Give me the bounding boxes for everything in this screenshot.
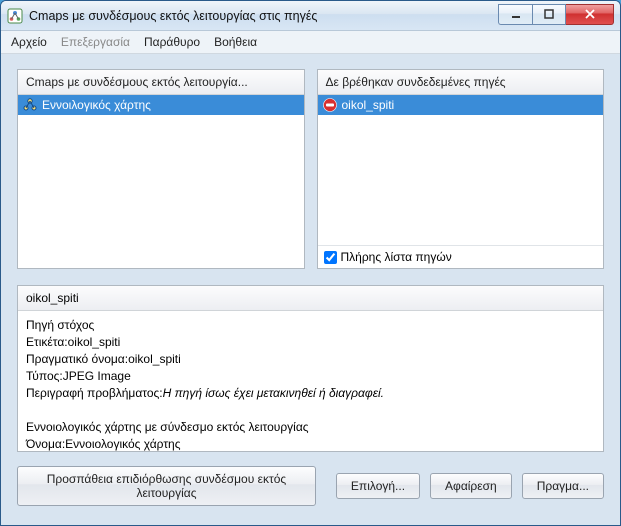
content-area: Cmaps με συνδέσμους εκτός λειτουργία... (1, 53, 620, 525)
thing-button[interactable]: Πραγμα... (522, 473, 604, 499)
menu-file[interactable]: Αρχείο (5, 33, 53, 51)
detail-line: Εννοιολογικός χάρτης με σύνδεσμο εκτός λ… (26, 419, 595, 436)
button-row: Προσπάθεια επιδιόρθωσης συνδέσμου εκτός … (17, 466, 604, 506)
cmaps-pane-header: Cmaps με συνδέσμους εκτός λειτουργία... (18, 70, 304, 95)
minimize-button[interactable] (498, 4, 532, 25)
cmap-icon (22, 97, 38, 113)
full-list-checkbox[interactable] (324, 251, 337, 264)
detail-line: Πραγματικό όνομα:oikol_spiti (26, 351, 595, 368)
detail-line: Ετικέτα:oikol_spiti (26, 334, 595, 351)
detail-line: Περιγραφή προβλήματος:Η πηγή ίσως έχει μ… (26, 385, 595, 402)
detail-line: Όνομα:Εννοιολογικός χάρτης (26, 436, 595, 451)
list-item[interactable]: Εννοιλογικός χάρτης (18, 95, 304, 115)
resources-pane: Δε βρέθηκαν συνδεδεμένες πηγές oikol_spi… (317, 69, 605, 269)
cmaps-list[interactable]: Εννοιλογικός χάρτης (18, 95, 304, 268)
titlebar[interactable]: Cmaps με συνδέσμους εκτός λειτουργίας στ… (1, 1, 620, 31)
detail-line: Τύπος:JPEG Image (26, 368, 595, 385)
broken-resource-icon (322, 97, 338, 113)
menubar: Αρχείο Επεξεργασία Παράθυρο Βοήθεια (1, 31, 620, 54)
list-item-label: oikol_spiti (342, 98, 395, 112)
app-window: Cmaps με συνδέσμους εκτός λειτουργίας στ… (0, 0, 621, 526)
detail-panel: oikol_spiti Πηγή στόχος Ετικέτα:oikol_sp… (17, 285, 604, 452)
blank-line (26, 402, 595, 419)
menu-help[interactable]: Βοήθεια (208, 33, 263, 51)
close-button[interactable] (566, 4, 614, 25)
detail-header: oikol_spiti (18, 286, 603, 311)
cmaps-pane: Cmaps με συνδέσμους εκτός λειτουργία... (17, 69, 305, 269)
detail-line: Πηγή στόχος (26, 317, 595, 334)
resources-pane-footer: Πλήρης λίστα πηγών (318, 245, 604, 268)
window-controls (498, 4, 614, 25)
maximize-button[interactable] (532, 4, 566, 25)
remove-button[interactable]: Αφαίρεση (430, 473, 512, 499)
select-button[interactable]: Επιλογή... (336, 473, 420, 499)
detail-body: Πηγή στόχος Ετικέτα:oikol_spiti Πραγματι… (18, 311, 603, 451)
list-item[interactable]: oikol_spiti (318, 95, 604, 115)
menu-edit: Επεξεργασία (55, 33, 136, 51)
resources-list[interactable]: oikol_spiti (318, 95, 604, 245)
window-title: Cmaps με συνδέσμους εκτός λειτουργίας στ… (29, 9, 498, 23)
menu-window[interactable]: Παράθυρο (138, 33, 206, 51)
list-item-label: Εννοιλογικός χάρτης (42, 98, 151, 112)
fix-link-button[interactable]: Προσπάθεια επιδιόρθωσης συνδέσμου εκτός … (17, 466, 316, 506)
full-list-label: Πλήρης λίστα πηγών (341, 250, 452, 264)
resources-pane-header: Δε βρέθηκαν συνδεδεμένες πηγές (318, 70, 604, 95)
app-icon (7, 8, 23, 24)
